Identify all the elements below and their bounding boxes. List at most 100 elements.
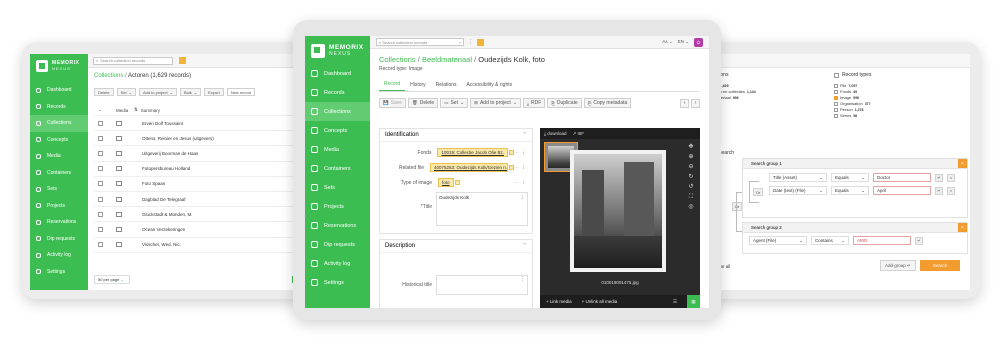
nav-item-records[interactable]: Records [30, 99, 88, 116]
nav-item-containers[interactable]: Containers [305, 159, 370, 178]
nav-item-reservations[interactable]: Reservations [30, 214, 88, 231]
record-type-checkbox[interactable] [834, 114, 838, 118]
collapse-icon[interactable]: ⌃ [522, 243, 527, 249]
record-type-checkbox[interactable] [834, 102, 838, 106]
record-types-checkbox[interactable] [834, 72, 839, 78]
warning-icon[interactable] [179, 57, 186, 64]
row-checkbox[interactable] [98, 150, 103, 156]
tab-relations[interactable]: Relations [431, 82, 462, 91]
copy-metadata-button[interactable]: ⎘ Copy metadata [583, 98, 632, 108]
prev-record-button[interactable]: ‹ [680, 98, 689, 108]
nav-item-activity-log[interactable]: Activity log [30, 247, 88, 264]
nav-item-concepts[interactable]: Concepts [30, 132, 88, 149]
nav-item-dip-requests[interactable]: Dip requests [305, 235, 370, 254]
add-group-button[interactable]: Add group ↵ [880, 260, 916, 271]
nav-item-activity-log[interactable]: Activity log [305, 254, 370, 273]
breadcrumb-mid-link[interactable]: Beeldmateriaal [422, 55, 472, 64]
nav-item-records[interactable]: Records [305, 83, 370, 102]
nav-item-settings[interactable]: Settings [30, 264, 88, 281]
set-button[interactable]: Set ⌄ [116, 88, 136, 96]
nav-item-sets[interactable]: Sets [30, 181, 88, 198]
criteria-value-input[interactable]: Doctor [873, 173, 931, 182]
row-checkbox[interactable] [98, 135, 103, 141]
kebab-menu-icon[interactable]: ⋮ [468, 39, 473, 45]
sort-icon[interactable]: ⇅ [134, 107, 138, 113]
search-button[interactable]: Search [920, 260, 960, 271]
row-checkbox[interactable] [98, 242, 103, 248]
row-checkbox[interactable] [98, 211, 103, 217]
zoom-out-icon[interactable]: ⊖ [686, 164, 696, 170]
historical-title-field[interactable]: ⋮ [436, 275, 528, 295]
criteria-value-input[interactable]: April [873, 186, 931, 195]
nav-item-concepts[interactable]: Concepts [305, 121, 370, 140]
grid-view-button[interactable]: ▦ [687, 295, 700, 308]
export-button[interactable]: Export [204, 88, 224, 96]
record-type-checkbox[interactable] [834, 84, 838, 88]
remove-tag-icon[interactable] [454, 180, 460, 185]
more-options-icon[interactable]: ··· [514, 180, 519, 185]
nav-item-dashboard[interactable]: Dashboard [305, 64, 370, 83]
collapse-icon[interactable]: ⌃ [522, 132, 527, 138]
confirm-criteria-button[interactable]: ↵ [915, 236, 923, 245]
list-view-icon[interactable]: ☰ [673, 299, 677, 305]
row-checkbox[interactable] [98, 166, 103, 172]
criteria-operator-select[interactable]: Equals ⌄ [831, 186, 869, 195]
table-row[interactable]: Foto Spaan [94, 177, 299, 192]
tab-record[interactable]: Record [379, 81, 406, 91]
expand-icon[interactable]: ⌄ [94, 107, 116, 113]
record-type-checkbox[interactable] [834, 108, 838, 112]
add-to-project-button[interactable]: Add to project ⌄ [138, 88, 177, 96]
nav-item-containers[interactable]: Containers [30, 165, 88, 182]
new-record-button[interactable]: New record [226, 88, 256, 96]
row-checkbox[interactable] [98, 196, 103, 202]
move-icon[interactable]: ✥ [686, 144, 696, 150]
table-row[interactable]: Uitgeverij Boorman de Haas [94, 146, 299, 162]
nav-item-dashboard[interactable]: Dashboard [30, 82, 88, 99]
confirm-criteria-button[interactable]: ↵ [935, 173, 943, 182]
nav-item-collections[interactable]: Collections [30, 115, 88, 132]
criteria-operator-select[interactable]: Equals ⌄ [831, 173, 869, 182]
delete-button[interactable]: 🗑 Delete [408, 98, 439, 108]
next-record-button[interactable]: › [691, 98, 700, 108]
rotate-right-icon[interactable]: ↻ [686, 174, 696, 180]
more-options-icon[interactable]: ··· [514, 150, 519, 155]
fullscreen-icon[interactable]: ⛶ [686, 194, 696, 200]
kebab-menu-icon[interactable]: ⋮ [522, 180, 527, 186]
set-button[interactable]: ▭ Set ⌄ [440, 98, 469, 108]
duplicate-button[interactable]: ⎘ Duplicate [547, 98, 582, 108]
tag-chip[interactable]: 40075253: Oudezijds Kolk/Gezien n... [430, 163, 508, 172]
more-options-icon[interactable]: ··· [514, 165, 519, 170]
nav-item-settings[interactable]: Settings [305, 273, 370, 292]
nav-item-reservations[interactable]: Reservations [305, 216, 370, 235]
table-row[interactable]: Dagblad De Telegraaf [94, 192, 299, 208]
reset-icon[interactable]: ◎ [686, 204, 696, 210]
nav-item-sets[interactable]: Sets [305, 178, 370, 197]
criteria-operator-select[interactable]: Contains ⌄ [811, 236, 849, 245]
record-type-checkbox[interactable] [834, 90, 838, 94]
tag-chip[interactable]: 10019: Collectie Jacob Olie Bz. [437, 148, 508, 157]
nav-item-collections[interactable]: Collections [305, 102, 370, 121]
main-image[interactable] [570, 150, 666, 272]
clear-search-icon[interactable]: × [459, 40, 461, 45]
bulk-button[interactable]: Bulk ⌄ [179, 88, 202, 96]
type-of-image-field[interactable]: foto ··· ⋮ [436, 177, 528, 188]
table-row[interactable]: Ottens, Reinier en Jesus (uitgevers) [94, 131, 299, 147]
language-select[interactable]: EN ⌄ [678, 39, 689, 45]
confirm-criteria-button[interactable]: ↵ [935, 186, 943, 195]
record-type-checkbox[interactable] [834, 96, 838, 100]
add-to-project-button[interactable]: ⊞ Add to project ⌄ [470, 98, 522, 108]
criteria-value-input[interactable]: AMO [853, 236, 911, 245]
collection-item[interactable]: Beeldmateriaal996 [704, 95, 824, 101]
nav-item-media[interactable]: Media [30, 148, 88, 165]
fonds-field[interactable]: 10019: Collectie Jacob Olie Bz. ··· ⋮ [435, 147, 528, 158]
kebab-menu-icon[interactable]: ⋮ [520, 276, 525, 282]
text-size-icon[interactable]: AA ⌄ [662, 39, 672, 45]
save-button[interactable]: 💾 Save [379, 98, 407, 108]
iiif-button[interactable]: ↗ IIIF [573, 131, 585, 137]
title-field[interactable]: Oudezijds Kolk ⋮ [436, 192, 528, 226]
nav-item-projects[interactable]: Projects [305, 197, 370, 216]
left-search-input[interactable]: ⌕ Search collection records [93, 56, 173, 65]
unlink-media-button[interactable]: + Unlink all media [582, 299, 618, 304]
table-row[interactable]: Ocean Verzekeringen [94, 222, 299, 238]
criteria-field-select[interactable]: Agent (File) ⌄ [749, 236, 807, 245]
